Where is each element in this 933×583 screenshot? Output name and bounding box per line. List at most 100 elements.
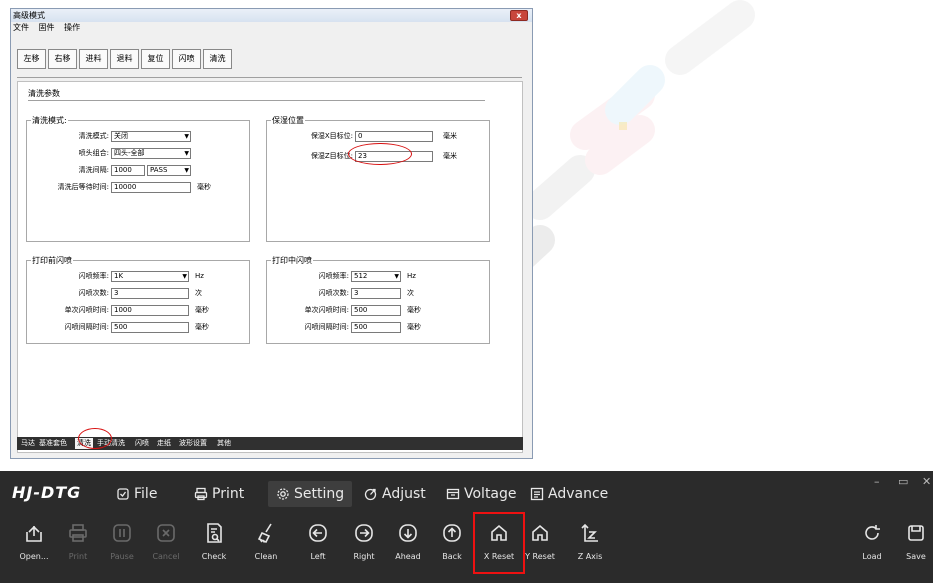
back-tool-button[interactable]: Back [430,519,474,571]
feed-out-button[interactable]: 退料 [110,49,139,69]
left-tool-button[interactable]: Left [296,519,340,571]
menu-setting-main[interactable]: Setting [268,481,353,507]
tab-paper-feed[interactable]: 走纸 [157,438,171,449]
appbar-menu: HJ-DTG File Print Setting Adjust Voltage… [0,471,933,515]
pre-flash-gap-input[interactable]: 500 [111,322,189,333]
pre-flash-count-input[interactable]: 3 [111,288,189,299]
back-tool-label: Back [442,552,462,561]
move-left-button[interactable]: 左移 [17,49,46,69]
flash-spray-button[interactable]: 闪喷 [172,49,201,69]
menu-voltage-label: Voltage [464,486,517,502]
nozzle-combo-select[interactable]: 四头-全部 ▼ [111,148,191,159]
gear-icon [277,488,289,500]
pre-flash-freq-label: 闪喷频率: [78,272,109,280]
open-tool-button[interactable]: Open... [12,519,56,571]
mid-flash-gap-unit: 毫秒 [407,323,421,331]
pause-tool-button[interactable]: Pause [100,519,144,571]
panel-title: 清洗参数 [28,89,60,98]
reset-button[interactable]: 复位 [141,49,170,69]
pre-flash-gap-label: 闪喷间隔时间: [64,323,109,331]
pre-flash-count-unit: 次 [195,289,202,297]
menu-voltage-main[interactable]: Voltage [438,481,525,507]
dialog-menubar: 文件 固件 操作 [11,22,532,33]
feed-in-button[interactable]: 进料 [79,49,108,69]
close-button[interactable]: x [510,10,528,21]
open-icon [26,525,42,542]
restore-button[interactable]: ▭ [898,475,908,488]
toolbar-divider [17,77,522,78]
menu-firmware[interactable]: 固件 [39,23,55,32]
pause-icon [113,524,131,542]
panel-title-divider [28,100,485,101]
clean-button[interactable]: 清洗 [203,49,232,69]
move-right-button[interactable]: 右移 [48,49,77,69]
check-tool-button[interactable]: Check [192,519,236,571]
clean-mode-value: 关闭 [114,132,128,140]
clean-tool-button[interactable]: Clean [244,519,288,571]
cancel-tool-button[interactable]: Cancel [144,519,188,571]
wait-time-unit: 毫秒 [197,183,211,191]
clean-mode-select[interactable]: 关闭 ▼ [111,131,191,142]
z-axis-tool-button[interactable]: Z Axis [568,519,612,571]
clean-mode-group-label: 清洗模式: [31,115,68,126]
clean-params-panel: 清洗参数 清洗模式: 清洗模式: 关闭 ▼ 喷头组合: 四头-全部 ▼ 清洗间隔: … [17,81,523,453]
window-close-button[interactable]: ✕ [922,475,931,488]
brand-logo: HJ-DTG [12,483,82,502]
moist-z-unit: 毫米 [443,152,457,160]
pre-flash-freq-select[interactable]: 1K ▼ [111,271,189,282]
mid-flash-gap-input[interactable]: 500 [351,322,401,333]
printer-icon [69,524,87,542]
clean-mode-label: 清洗模式: [78,132,109,140]
menu-adjust-label: Adjust [382,486,426,502]
tab-flash[interactable]: 闪喷 [135,438,149,449]
save-tool-button[interactable]: Save [894,519,933,571]
menu-advance-main[interactable]: Advance [522,481,616,507]
pre-flash-single-input[interactable]: 1000 [111,305,189,316]
menu-print-label: Print [212,486,245,502]
arrow-up-circle-icon [443,524,461,542]
advance-icon [530,487,544,501]
tab-other[interactable]: 其他 [217,438,231,449]
mid-flash-count-input[interactable]: 3 [351,288,401,299]
moist-x-label: 保湿X目标位: [310,132,353,140]
check-tool-label: Check [201,552,227,561]
clean-interval-unit-select[interactable]: PASS ▼ [147,165,191,176]
ahead-tool-label: Ahead [395,552,421,561]
home-icon [532,524,548,541]
print-tool-button[interactable]: Print [56,519,100,571]
pre-flash-freq-unit: Hz [195,272,204,280]
moist-x-input[interactable]: 0 [355,131,433,142]
pre-flash-single-unit: 毫秒 [195,306,209,314]
mid-flash-single-input[interactable]: 500 [351,305,401,316]
mid-print-flash-group: 打印中闪喷 闪喷频率: 512 ▼ Hz 闪喷次数: 3 次 单次闪喷时间: 50… [266,255,490,344]
mid-flash-freq-value: 512 [354,272,368,280]
adjust-icon [364,488,377,501]
pre-flash-count-label: 闪喷次数: [78,289,109,297]
mid-flash-freq-select[interactable]: 512 ▼ [351,271,401,282]
menu-print-main[interactable]: Print [186,481,252,507]
wait-time-label: 清洗后等待时间: [57,183,109,191]
dialog-title: 高级模式 [13,11,45,20]
ahead-tool-button[interactable]: Ahead [386,519,430,571]
clean-tool-label: Clean [254,552,278,561]
nozzle-combo-label: 喷头组合: [78,149,109,157]
minimize-button[interactable]: – [874,475,880,488]
menu-file-label: File [134,486,158,502]
right-tool-button[interactable]: Right [342,519,386,571]
dropdown-arrow-icon: ▼ [394,273,399,280]
menu-file-main[interactable]: File [108,481,165,507]
tab-motor[interactable]: 马达 [21,438,35,449]
cancel-tool-label: Cancel [152,552,180,561]
clean-interval-input[interactable]: 1000 [111,165,145,176]
menu-operate[interactable]: 操作 [64,23,80,32]
load-tool-button[interactable]: Load [850,519,894,571]
menu-setting-label: Setting [294,486,345,502]
tab-color-registration[interactable]: 基准套色 [39,438,67,449]
pre-flash-freq-value: 1K [114,272,124,280]
mid-flash-freq-unit: Hz [407,272,416,280]
mid-print-flash-label: 打印中闪喷 [271,255,313,266]
wait-time-input[interactable]: 10000 [111,182,191,193]
menu-file[interactable]: 文件 [13,23,29,32]
tab-waveform[interactable]: 波形设置 [179,438,207,449]
menu-adjust-main[interactable]: Adjust [356,481,434,507]
